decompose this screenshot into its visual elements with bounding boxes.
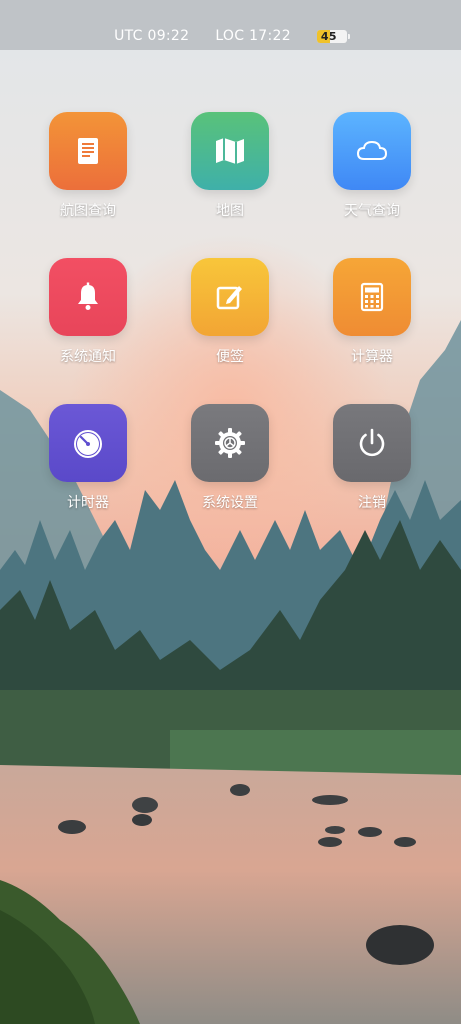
app-map[interactable]: 地图 <box>175 112 285 220</box>
app-label: 便签 <box>216 349 244 365</box>
status-bar-content: UTC 09:22 LOC 17:22 45 <box>114 25 350 47</box>
app-icon-notes[interactable] <box>191 258 269 336</box>
app-notes[interactable]: 便签 <box>175 258 285 366</box>
app-icon-map[interactable] <box>191 112 269 190</box>
utc-time: UTC 09:22 <box>114 28 190 44</box>
bell-icon <box>78 282 98 310</box>
app-label: 地图 <box>216 203 244 219</box>
app-label: 计算器 <box>351 349 393 365</box>
app-label: 天气查询 <box>344 203 400 219</box>
calculator-icon <box>360 282 384 312</box>
app-weather[interactable]: 天气查询 <box>317 112 427 220</box>
app-icon-calculator[interactable] <box>333 258 411 336</box>
app-notifications[interactable]: 系统通知 <box>33 258 143 366</box>
battery-tip <box>347 33 350 39</box>
app-label: 航图查询 <box>60 203 116 219</box>
timer-icon <box>74 430 102 458</box>
app-chart-query[interactable]: 航图查询 <box>33 112 143 220</box>
app-settings[interactable]: 系统设置 <box>175 404 285 512</box>
battery-percent: 45 <box>320 29 337 43</box>
app-timer[interactable]: 计时器 <box>33 404 143 512</box>
cloud-icon <box>356 140 388 160</box>
app-icon-timer[interactable] <box>49 404 127 482</box>
gear-icon <box>215 428 245 458</box>
app-icon-settings[interactable] <box>191 404 269 482</box>
app-label: 系统通知 <box>60 349 116 365</box>
app-label: 注销 <box>358 495 386 511</box>
document-icon <box>78 138 98 164</box>
app-icon-notifications[interactable] <box>49 258 127 336</box>
app-calculator[interactable]: 计算器 <box>317 258 427 366</box>
status-bar: UTC 09:22 LOC 17:22 45 <box>0 0 461 50</box>
battery-indicator: 45 <box>316 29 350 43</box>
note-edit-icon <box>216 286 242 310</box>
app-label: 计时器 <box>67 495 109 511</box>
app-icon-weather[interactable] <box>333 112 411 190</box>
app-label: 系统设置 <box>202 495 258 511</box>
app-icon-logout[interactable] <box>333 404 411 482</box>
app-icon-chart-query[interactable] <box>49 112 127 190</box>
map-icon <box>216 138 244 164</box>
power-icon <box>359 428 385 457</box>
app-logout[interactable]: 注销 <box>317 404 427 512</box>
local-time: LOC 17:22 <box>215 28 291 44</box>
